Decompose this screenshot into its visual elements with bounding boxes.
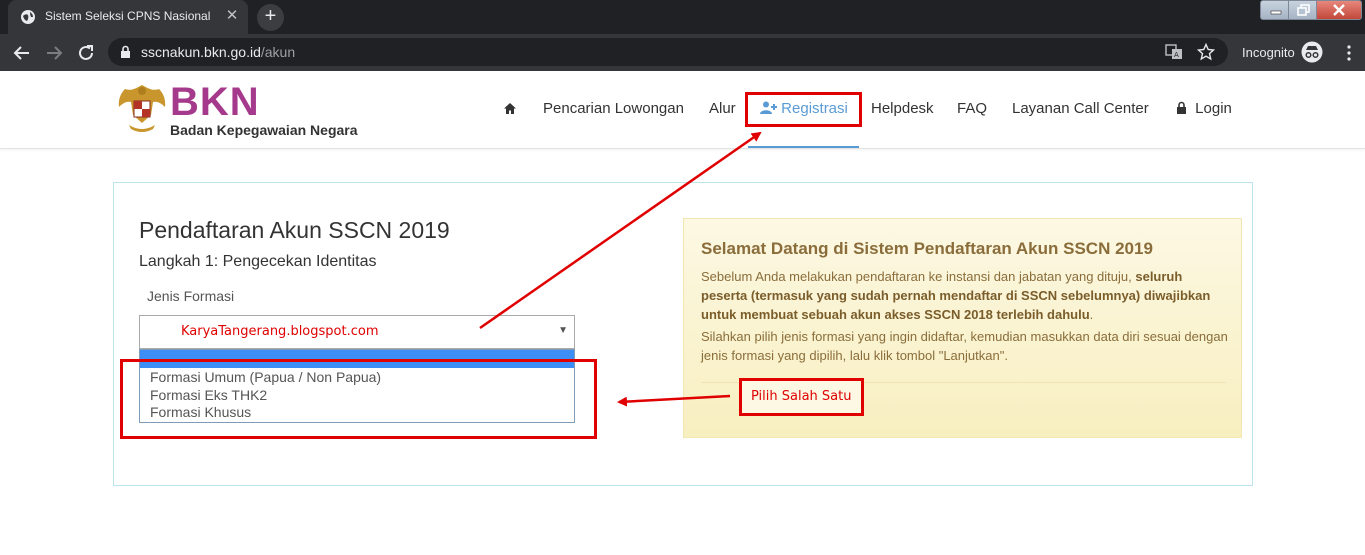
reload-icon[interactable] <box>75 42 97 64</box>
logo-subtitle: Badan Kepegawaian Negara <box>170 122 358 138</box>
welcome-paragraph-2: Silahkan pilih jenis formasi yang ingin … <box>701 329 1228 363</box>
dropdown-highlight-box <box>120 359 597 439</box>
select-watermark-text: KaryaTangerang.blogspot.com <box>181 324 379 339</box>
incognito-icon[interactable] <box>1301 41 1323 63</box>
welcome-p1-end: . <box>1089 307 1094 322</box>
welcome-p1-text: Sebelum Anda melakukan pendaftaran ke in… <box>701 269 1136 284</box>
address-bar[interactable]: sscnakun.bkn.go.id/akun A <box>108 38 1228 66</box>
welcome-p1-bold-1: seluruh <box>1135 269 1183 284</box>
chevron-down-icon: ▼ <box>558 325 568 336</box>
nav-alur[interactable]: Alur <box>709 100 736 117</box>
restore-icon <box>1297 4 1310 16</box>
lock-icon <box>121 45 130 58</box>
browser-menu-icon[interactable] <box>1346 45 1352 61</box>
new-tab-button[interactable]: + <box>257 4 284 31</box>
browser-tab-bar: Sistem Seleksi CPNS Nasional ✕ + <box>0 0 1365 34</box>
url-path: /akun <box>260 44 296 60</box>
nav-layanan-call-center[interactable]: Layanan Call Center <box>1012 100 1149 117</box>
jenis-formasi-label: Jenis Formasi <box>147 288 235 304</box>
translate-icon[interactable]: A <box>1165 43 1183 61</box>
welcome-paragraph-1: Sebelum Anda melakukan pendaftaran ke in… <box>701 267 1231 324</box>
welcome-p1-bold-2: peserta (termasuk yang sudah pernah mend… <box>701 288 1211 303</box>
url-text: sscnakun.bkn.go.id/akun <box>141 44 295 60</box>
star-icon[interactable] <box>1197 43 1215 61</box>
back-arrow-icon[interactable] <box>11 42 33 64</box>
close-icon <box>1333 4 1345 16</box>
registrasi-highlight-box <box>745 92 862 127</box>
home-icon[interactable] <box>503 102 517 115</box>
site-header: BKN Badan Kepegawaian Negara Pencarian L… <box>0 71 1365 149</box>
pick-one-label: Pilih Salah Satu <box>751 389 852 404</box>
close-window-button[interactable] <box>1316 0 1362 20</box>
active-nav-indicator <box>748 146 859 148</box>
nav-login[interactable]: Login <box>1176 100 1232 117</box>
nav-pencarian-lowongan[interactable]: Pencarian Lowongan <box>543 100 684 117</box>
minimize-icon <box>1270 10 1282 15</box>
browser-toolbar: sscnakun.bkn.go.id/akun A Incognito <box>0 34 1365 71</box>
svg-text:A: A <box>1174 51 1179 59</box>
globe-icon <box>21 10 35 24</box>
pick-one-annotation: Pilih Salah Satu <box>739 378 864 416</box>
jenis-formasi-select[interactable]: KaryaTangerang.blogspot.com ▼ <box>139 315 575 349</box>
incognito-label: Incognito <box>1242 45 1295 60</box>
garuda-emblem-icon[interactable] <box>115 81 169 137</box>
nav-faq[interactable]: FAQ <box>957 100 987 117</box>
tab-close-icon[interactable]: ✕ <box>223 7 241 25</box>
form-title: Pendaftaran Akun SSCN 2019 <box>139 217 450 243</box>
nav-login-label: Login <box>1195 100 1232 117</box>
welcome-title: Selamat Datang di Sistem Pendaftaran Aku… <box>701 239 1153 258</box>
url-host: sscnakun.bkn.go.id <box>141 44 261 60</box>
forward-arrow-icon[interactable] <box>43 42 65 64</box>
nav-helpdesk[interactable]: Helpdesk <box>871 100 934 117</box>
logo-bkn-text[interactable]: BKN <box>170 80 260 124</box>
lock-icon <box>1177 101 1186 114</box>
welcome-p1-bold-3: untuk membuat sebuah akun akses SSCN 201… <box>701 307 1090 322</box>
browser-tab[interactable]: Sistem Seleksi CPNS Nasional ✕ <box>8 0 248 34</box>
form-step-subtitle: Langkah 1: Pengecekan Identitas <box>139 253 377 270</box>
tab-title: Sistem Seleksi CPNS Nasional <box>45 9 211 23</box>
